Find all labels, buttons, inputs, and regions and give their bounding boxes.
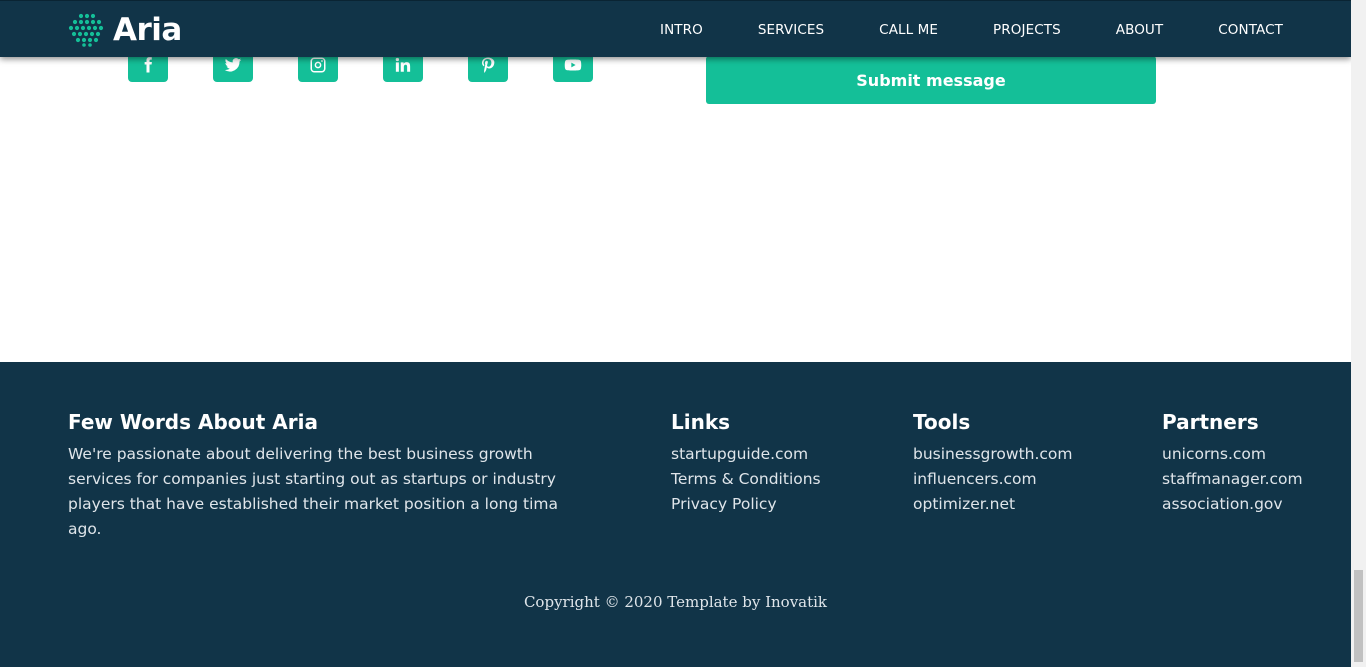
list-item: optimizer.net (913, 492, 1133, 517)
nav-menu: INTRO SERVICES CALL ME PROJECTS ABOUT CO… (605, 1, 1283, 58)
list-item: startupguide.com (671, 442, 881, 467)
footer-about-text: We're passionate about delivering the be… (68, 445, 559, 538)
youtube-icon (564, 59, 582, 71)
footer-partners-title: Partners (1162, 410, 1259, 434)
link-association[interactable]: association.gov (1162, 495, 1283, 513)
footer-partners: Partners unicorns.com staffmanager.com a… (1162, 410, 1347, 517)
footer-links-list: startupguide.com Terms & Conditions Priv… (671, 442, 881, 517)
nav-item-services[interactable]: SERVICES (758, 22, 824, 38)
list-item: businessgrowth.com (913, 442, 1133, 467)
pinterest-icon (482, 57, 495, 73)
link-optimizer[interactable]: optimizer.net (913, 495, 1015, 513)
list-item: staffmanager.com (1162, 467, 1347, 492)
instagram-icon (310, 57, 326, 73)
scrollbar-thumb[interactable] (1354, 570, 1363, 662)
twitter-icon (224, 58, 242, 72)
page: Submit message Aria INTRO SERVICES CALL … (0, 0, 1351, 667)
brand-logo-link[interactable]: Aria (68, 13, 182, 47)
submit-message-button[interactable]: Submit message (706, 56, 1156, 104)
list-item: unicorns.com (1162, 442, 1347, 467)
link-influencers[interactable]: influencers.com (913, 470, 1037, 488)
nav-item-projects[interactable]: PROJECTS (993, 22, 1061, 38)
footer-tools-title: Tools (913, 410, 971, 434)
footer: Few Words About Aria We're passionate ab… (0, 362, 1351, 667)
copyright-text: Copyright © 2020 Template by Inovatik (523, 593, 828, 611)
list-item: association.gov (1162, 492, 1347, 517)
facebook-icon (144, 57, 152, 73)
footer-about: Few Words About Aria We're passionate ab… (68, 410, 588, 542)
footer-partners-list: unicorns.com staffmanager.com associatio… (1162, 442, 1347, 517)
list-item: Terms & Conditions (671, 467, 881, 492)
link-businessgrowth[interactable]: businessgrowth.com (913, 445, 1073, 463)
footer-about-title: Few Words About Aria (68, 410, 318, 434)
brand-name: Aria (113, 12, 182, 48)
link-staffmanager[interactable]: staffmanager.com (1162, 470, 1303, 488)
footer-links-title: Links (671, 410, 731, 434)
link-unicorns[interactable]: unicorns.com (1162, 445, 1266, 463)
nav-item-about[interactable]: ABOUT (1116, 22, 1164, 38)
footer-tools-list: businessgrowth.com influencers.com optim… (913, 442, 1133, 517)
dot-grid-logo-icon (68, 13, 104, 47)
page-scrollbar[interactable] (1351, 0, 1366, 667)
link-privacy-policy[interactable]: Privacy Policy (671, 495, 777, 513)
top-navbar: Aria INTRO SERVICES CALL ME PROJECTS ABO… (0, 0, 1351, 57)
list-item: influencers.com (913, 467, 1133, 492)
linkedin-icon (395, 57, 411, 72)
nav-item-contact[interactable]: CONTACT (1218, 22, 1283, 38)
footer-tools: Tools businessgrowth.com influencers.com… (913, 410, 1133, 517)
list-item: Privacy Policy (671, 492, 881, 517)
link-startupguide[interactable]: startupguide.com (671, 445, 808, 463)
link-terms-conditions[interactable]: Terms & Conditions (671, 470, 821, 488)
nav-item-intro[interactable]: INTRO (660, 22, 703, 38)
nav-item-call-me[interactable]: CALL ME (879, 22, 938, 38)
footer-links: Links startupguide.com Terms & Condition… (671, 410, 881, 517)
